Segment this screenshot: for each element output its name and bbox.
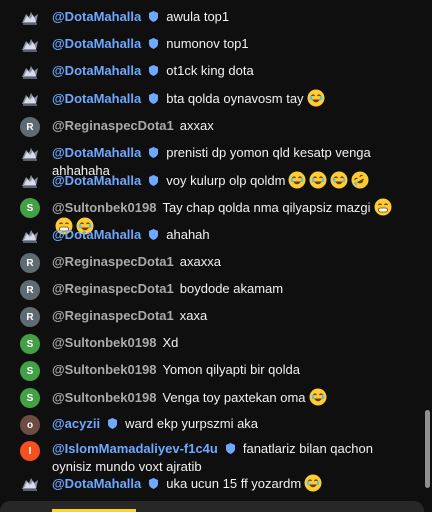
author-name[interactable]: @ReginaspecDota1 xyxy=(52,308,174,323)
author-avatar[interactable] xyxy=(20,171,40,191)
tears-of-joy-emoji-icon xyxy=(304,474,322,492)
author-avatar[interactable]: S xyxy=(20,334,40,354)
message-text: bta qolda oynavosm tay xyxy=(166,91,304,106)
author-avatar[interactable] xyxy=(20,226,40,246)
author-avatar[interactable]: o xyxy=(20,415,40,435)
author-name[interactable]: @ReginaspecDota1 xyxy=(52,254,174,269)
message-text: axaxxa xyxy=(179,254,221,269)
author-avatar[interactable]: R xyxy=(20,307,40,327)
live-chat-list: @DotaMahalla awula top1 @DotaMahalla numono… xyxy=(0,0,424,512)
author-avatar[interactable]: I xyxy=(20,441,40,461)
author-name[interactable]: @DotaMahalla xyxy=(52,36,141,51)
member-badge-icon xyxy=(149,65,159,76)
member-badge-icon xyxy=(149,11,159,22)
message-text: Xd xyxy=(162,335,179,350)
author-name[interactable]: @ReginaspecDota1 xyxy=(52,281,174,296)
author-avatar[interactable]: R xyxy=(20,253,40,273)
avatar-initial: S xyxy=(26,365,34,377)
author-name[interactable]: @DotaMahalla xyxy=(52,173,141,188)
author-name[interactable]: @IslomMamadaliyev-f1c4u xyxy=(52,441,218,456)
message-text: ahahah xyxy=(166,227,210,242)
chat-scrollbar[interactable] xyxy=(424,0,432,512)
member-badge-icon xyxy=(149,93,159,104)
tears-of-joy-emoji-icon xyxy=(307,89,325,107)
author-avatar[interactable] xyxy=(20,89,40,109)
avatar-initial: S xyxy=(26,392,34,404)
message-text: ot1ck king dota xyxy=(166,63,254,78)
message-text: xaxa xyxy=(179,308,208,323)
rofl-emoji-icon xyxy=(351,171,369,189)
author-avatar[interactable]: S xyxy=(20,388,40,408)
avatar-initial: S xyxy=(26,338,34,350)
tears-of-joy-emoji-icon xyxy=(288,171,306,189)
avatar-initial: R xyxy=(26,257,34,269)
author-avatar[interactable]: R xyxy=(20,117,40,137)
avatar-initial: I xyxy=(28,445,32,457)
member-badge-icon xyxy=(149,38,159,49)
tears-of-joy-emoji-icon xyxy=(309,171,327,189)
message-text: axxax xyxy=(179,118,214,133)
grin-emoji-icon xyxy=(374,198,392,216)
message-text: uka ucun 15 ff yozardm xyxy=(166,476,302,491)
member-badge-icon xyxy=(149,175,159,186)
member-badge-icon xyxy=(149,478,159,489)
author-name[interactable]: @acyzii xyxy=(52,416,100,431)
author-name[interactable]: @DotaMahalla xyxy=(52,9,141,24)
member-badge-icon xyxy=(149,229,159,240)
tears-of-joy-emoji-icon xyxy=(330,171,348,189)
author-avatar[interactable]: S xyxy=(20,361,40,381)
member-badge-icon xyxy=(225,443,235,454)
message-text: numonov top1 xyxy=(166,36,249,51)
avatar-initial: R xyxy=(26,284,34,296)
avatar-initial: o xyxy=(26,419,34,431)
avatar-initial: R xyxy=(26,121,34,133)
author-name[interactable]: @DotaMahalla xyxy=(52,63,141,78)
author-name[interactable]: @Sultonbek0198 xyxy=(52,335,156,350)
message-text: awula top1 xyxy=(166,9,230,24)
message-text: voy kulurp olp qoldm xyxy=(166,173,286,188)
member-badge-icon xyxy=(149,147,159,158)
author-avatar[interactable] xyxy=(20,8,40,28)
author-name[interactable]: @Sultonbek0198 xyxy=(52,362,156,377)
avatar-initial: R xyxy=(26,311,34,323)
message-text: Tay chap qolda nma qilyapsiz mazgi xyxy=(162,200,371,215)
author-avatar[interactable] xyxy=(20,144,40,164)
author-name[interactable]: @Sultonbek0198 xyxy=(52,390,156,405)
author-name[interactable]: @DotaMahalla xyxy=(52,145,141,160)
author-avatar[interactable] xyxy=(20,474,40,494)
tears-of-joy-emoji-icon xyxy=(309,388,327,406)
avatar-initial: S xyxy=(26,202,34,214)
author-name[interactable]: @DotaMahalla xyxy=(52,227,141,242)
author-name[interactable]: @DotaMahalla xyxy=(52,91,141,106)
author-avatar[interactable] xyxy=(20,35,40,55)
author-avatar[interactable]: S xyxy=(20,198,40,218)
member-badge-icon xyxy=(108,418,118,429)
message-text: Yomon qilyapti bir qolda xyxy=(162,362,300,377)
message-text: ward ekp yurpszmi aka xyxy=(125,416,259,431)
author-name[interactable]: @ReginaspecDota1 xyxy=(52,118,174,133)
author-name[interactable]: @DotaMahalla xyxy=(52,476,141,491)
author-avatar[interactable] xyxy=(20,62,40,82)
message-text: boydode akamam xyxy=(179,281,284,296)
chat-scrollbar-thumb[interactable] xyxy=(425,410,430,488)
author-name[interactable]: @Sultonbek0198 xyxy=(52,200,156,215)
message-text: Venga toy paxtekan oma xyxy=(162,390,306,405)
author-avatar[interactable]: R xyxy=(20,280,40,300)
